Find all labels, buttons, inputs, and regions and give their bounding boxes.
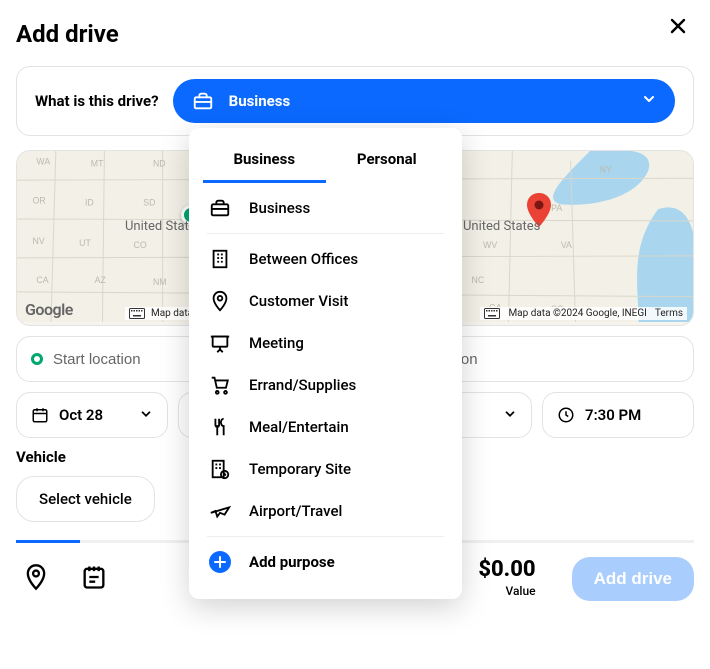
chevron-down-icon <box>503 406 517 425</box>
purpose-list: Business Between Offices Customer Visit … <box>189 183 462 587</box>
chevron-down-icon <box>641 91 657 111</box>
close-icon <box>668 16 688 36</box>
drive-type-question: What is this drive? <box>35 92 159 110</box>
svg-text:CO: CO <box>134 240 147 250</box>
building-icon <box>209 248 231 270</box>
svg-text:MT: MT <box>91 159 104 169</box>
presentation-icon <box>209 332 231 354</box>
map-attrib-right: Map data ©2024 Google, INEGI Terms <box>480 307 687 320</box>
chevron-down-icon <box>139 406 153 425</box>
purpose-label: Meeting <box>249 334 304 352</box>
notepad-icon <box>80 563 108 591</box>
page-title: Add drive <box>16 20 694 48</box>
briefcase-icon <box>191 89 215 113</box>
map-attrib-left: Map data <box>125 307 197 320</box>
footer-notes-button[interactable] <box>74 557 114 597</box>
date-picker-start[interactable]: Oct 28 <box>16 392 168 438</box>
purpose-label: Temporary Site <box>249 460 351 478</box>
purpose-label: Between Offices <box>249 250 358 268</box>
svg-text:SD: SD <box>143 197 155 207</box>
purpose-label: Business <box>249 199 310 217</box>
svg-text:UT: UT <box>79 238 91 248</box>
svg-text:ID: ID <box>85 197 94 207</box>
footer-location-button[interactable] <box>16 557 56 597</box>
purpose-label: Airport/Travel <box>249 502 342 520</box>
map-pin-icon <box>209 290 231 312</box>
time-picker[interactable]: 7:30 PM <box>542 392 694 438</box>
vehicle-select-label: Select vehicle <box>39 490 132 508</box>
calendar-icon <box>31 406 49 424</box>
svg-text:WA: WA <box>36 157 50 167</box>
vehicle-select[interactable]: Select vehicle <box>16 476 155 522</box>
purpose-meeting[interactable]: Meeting <box>189 322 462 364</box>
clock-icon <box>557 406 575 424</box>
drive-type-select[interactable]: Business <box>173 79 675 123</box>
purpose-customer-visit[interactable]: Customer Visit <box>189 280 462 322</box>
tab-business[interactable]: Business <box>203 140 326 183</box>
utensils-icon <box>209 416 231 438</box>
google-logo: Google <box>25 300 73 319</box>
purpose-errand[interactable]: Errand/Supplies <box>189 364 462 406</box>
svg-text:NC: NC <box>472 275 485 285</box>
briefcase-icon <box>209 197 231 219</box>
purpose-meal[interactable]: Meal/Entertain <box>189 406 462 448</box>
plane-icon <box>209 500 231 522</box>
svg-text:AZ: AZ <box>95 275 107 285</box>
purpose-label: Customer Visit <box>249 292 348 310</box>
purpose-temp-site[interactable]: Temporary Site <box>189 448 462 490</box>
add-purpose[interactable]: Add purpose <box>189 541 462 583</box>
svg-text:ND: ND <box>153 159 166 169</box>
drive-type-card: What is this drive? Business <box>16 66 694 136</box>
add-purpose-label: Add purpose <box>249 553 335 571</box>
map-pin-icon <box>22 563 50 591</box>
value-stat: $0.00 Value <box>478 557 535 598</box>
date-start-value: Oct 28 <box>59 406 129 424</box>
add-drive-button[interactable]: Add drive <box>572 557 694 601</box>
purpose-airport[interactable]: Airport/Travel <box>189 490 462 532</box>
svg-text:NV: NV <box>33 236 45 246</box>
shopping-cart-icon <box>209 374 231 396</box>
value-amount: $0.00 <box>478 557 535 582</box>
purpose-between-offices[interactable]: Between Offices <box>189 238 462 280</box>
drive-type-dropdown: Business Personal Business Between Offic… <box>189 128 462 599</box>
svg-text:NM: NM <box>153 277 167 287</box>
value-label: Value <box>478 584 535 598</box>
purpose-label: Meal/Entertain <box>249 418 349 436</box>
keyboard-icon <box>129 308 145 319</box>
purpose-business[interactable]: Business <box>189 187 462 229</box>
svg-text:OR: OR <box>33 195 46 205</box>
purpose-label: Errand/Supplies <box>249 376 356 394</box>
site-icon <box>209 458 231 480</box>
plus-circle-icon <box>209 551 231 573</box>
map-country-label-2: United States <box>463 219 540 234</box>
tab-personal[interactable]: Personal <box>326 140 449 183</box>
svg-text:VA: VA <box>561 240 572 250</box>
map-terms-link[interactable]: Terms <box>655 308 683 319</box>
svg-text:WV: WV <box>483 240 497 250</box>
drive-type-selected: Business <box>229 92 291 110</box>
keyboard-icon <box>484 308 500 319</box>
close-button[interactable] <box>666 14 690 41</box>
svg-text:NY: NY <box>600 164 612 174</box>
time-value: 7:30 PM <box>585 406 679 424</box>
svg-text:CA: CA <box>36 275 48 285</box>
start-dot-icon <box>31 353 43 365</box>
